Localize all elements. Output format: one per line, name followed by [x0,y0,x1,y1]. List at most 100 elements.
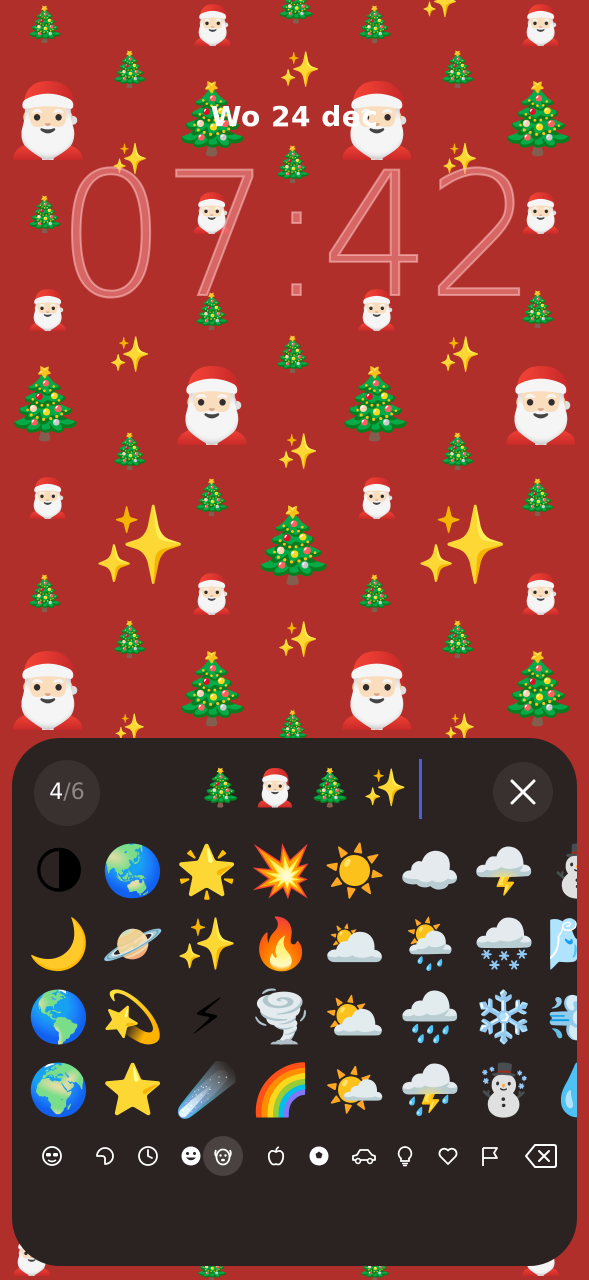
category-stickers[interactable] [85,1136,125,1176]
emoji-cell[interactable]: 💫 [96,980,170,1054]
wallpaper-tree-emoji: 🎄 [108,620,152,660]
wallpaper-sparkles-emoji: ✨ [276,432,320,472]
emoji-cell[interactable]: ☄️ [170,1053,244,1127]
emoji-counter-current: 4 [49,780,64,805]
category-memoji[interactable] [32,1136,72,1176]
wallpaper-sparkles-emoji: ✨ [414,500,510,589]
emoji-cell[interactable]: 🌗 [22,834,96,908]
close-button[interactable] [493,762,553,822]
emoji-cell[interactable]: 💥 [244,834,318,908]
wallpaper-tree-emoji: 🎄 [436,620,480,660]
wallpaper-tree-emoji: 🎄 [108,50,152,90]
wallpaper-santa-emoji: 🎅🏻 [189,3,237,47]
emoji-cell[interactable]: 🌧️ [393,980,467,1054]
emoji-cell[interactable]: ☀️ [318,834,392,908]
memoji-icon [42,1146,62,1166]
emoji-cell[interactable]: ☃️ [467,1053,541,1127]
emoji-cell[interactable]: 🌏 [96,834,170,908]
lock-screen-clock: 07:42 [56,135,538,336]
wallpaper-sparkles-emoji: ✨ [438,335,482,375]
category-activity[interactable] [299,1136,339,1176]
wallpaper-sparkles-emoji: ✨ [278,50,322,90]
wallpaper-tree-emoji: 🎄 [353,5,397,45]
text-caret [419,759,423,819]
category-flags[interactable] [470,1136,510,1176]
wallpaper-tree-emoji: 🎄 [169,650,255,729]
emoji-cell[interactable]: ❄️ [467,980,541,1054]
selected-emoji: 🎄 [307,768,353,809]
wallpaper-tree-emoji: 🎄 [248,503,338,587]
ball-icon [309,1146,329,1166]
emoji-cell[interactable]: 🌟 [170,834,244,908]
emoji-cell[interactable]: 💨 [541,980,577,1054]
wallpaper-tree-emoji: 🎄 [332,365,418,444]
wallpaper-tree-emoji: 🎄 [190,478,234,518]
emoji-cell[interactable]: ⛅ [318,980,392,1054]
emoji-counter: 4/6 [34,760,100,826]
emoji-cell[interactable]: ✨ [170,907,244,981]
flag-icon [482,1147,498,1166]
emoji-cell[interactable]: 🌤️ [318,1053,392,1127]
emoji-cell[interactable]: 🌍 [22,1053,96,1127]
emoji-cell[interactable]: 💧 [541,1053,577,1127]
category-travel[interactable] [342,1136,382,1176]
wallpaper-tree-emoji: 🎄 [271,335,315,375]
emoji-cell[interactable]: ⭐ [96,1053,170,1127]
close-icon [510,779,536,805]
emoji-cell[interactable]: 🌪️ [244,980,318,1054]
wallpaper-tree-emoji: 🎄 [436,50,480,90]
category-food[interactable] [256,1136,296,1176]
category-symbols[interactable] [428,1136,468,1176]
lock-screen-date: Wo 24 dec [210,100,379,133]
stickers-icon [96,1147,114,1165]
category-objects[interactable] [385,1136,425,1176]
smiley-icon [181,1146,201,1166]
wallpaper-sparkles-emoji: ✨ [108,335,152,375]
wallpaper-tree-emoji: 🎄 [436,432,480,472]
emoji-cell[interactable]: 🔥 [244,907,318,981]
emoji-cell[interactable]: 🌩️ [467,834,541,908]
wallpaper-santa-emoji: 🎅🏻 [353,476,401,520]
emoji-cell[interactable]: ⚡ [170,980,244,1054]
wallpaper-santa-emoji: 🎅🏻 [167,363,257,447]
heart-icon [438,1147,458,1165]
emoji-category-bar [12,1136,577,1176]
wallpaper-tree-emoji: 🎄 [108,432,152,472]
emoji-cell[interactable]: 🌈 [244,1053,318,1127]
wallpaper-tree-emoji: 🎄 [23,5,67,45]
emoji-cell[interactable]: 🌬️ [541,907,577,981]
emoji-cell[interactable]: 🌨️ [467,907,541,981]
emoji-cell[interactable]: ☁️ [393,834,467,908]
backspace-icon [525,1144,557,1168]
wallpaper-tree-emoji: 🎄 [495,650,581,729]
emoji-cell[interactable]: 🌙 [22,907,96,981]
emoji-cell[interactable]: ⛄ [541,834,577,908]
wallpaper-sparkles-emoji: ✨ [421,0,459,20]
selected-emoji: 🎅🏻 [252,768,298,809]
selected-emoji-field[interactable]: 🎄 🎅🏻 🎄 ✨ [198,756,423,822]
clock-icon [138,1146,158,1166]
category-recent[interactable] [128,1136,168,1176]
emoji-cell[interactable]: 🌥️ [318,907,392,981]
emoji-counter-total: /6 [63,780,85,805]
apple-icon [267,1146,285,1166]
wallpaper-sparkles-emoji: ✨ [276,620,320,660]
emoji-cell[interactable]: 🌦️ [393,907,467,981]
wallpaper-santa-emoji: 🎅🏻 [3,648,93,732]
wallpaper-santa-emoji: 🎅🏻 [496,363,586,447]
emoji-cell[interactable]: 🌎 [22,980,96,1054]
wallpaper-tree-emoji: 🎄 [516,478,560,518]
wallpaper-santa-emoji: 🎅🏻 [517,572,565,616]
emoji-cell[interactable]: 🪐 [96,907,170,981]
delete-button[interactable] [524,1142,558,1170]
emoji-cell[interactable]: ⛈️ [393,1053,467,1127]
wallpaper-sparkles-emoji: ✨ [92,500,188,589]
wallpaper-santa-emoji: 🎅🏻 [188,572,236,616]
wallpaper-santa-emoji: 🎅🏻 [332,648,422,732]
wallpaper-santa-emoji: 🎅🏻 [24,476,72,520]
wallpaper-tree-emoji: 🎄 [273,0,319,25]
wallpaper-santa-emoji: 🎅🏻 [517,3,565,47]
car-icon [352,1149,376,1165]
selected-emoji: ✨ [362,768,408,809]
category-animals-nature[interactable] [203,1136,243,1176]
